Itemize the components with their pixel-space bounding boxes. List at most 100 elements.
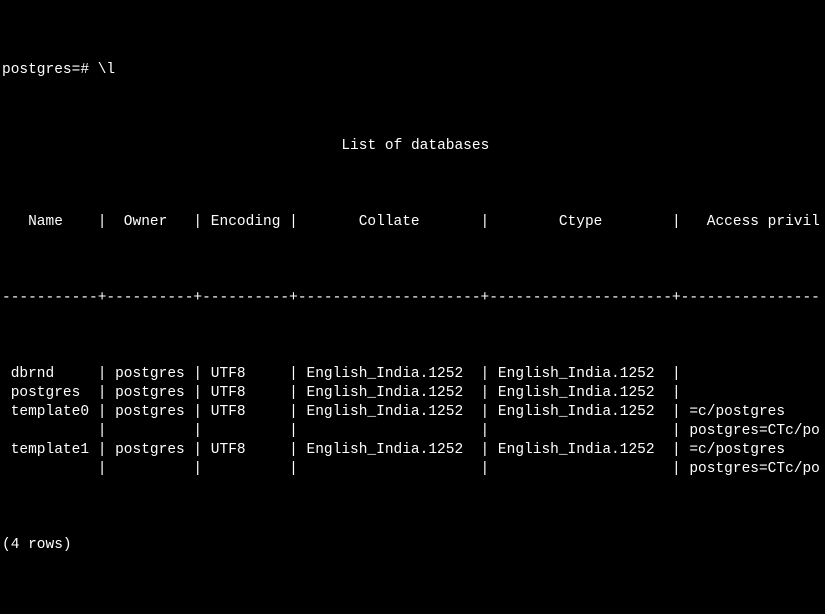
col-sep: | [289, 384, 298, 403]
col-sep: | [193, 213, 202, 232]
cell-name: template1 [2, 441, 98, 460]
cell-collate [298, 422, 481, 441]
cell-owner: postgres [106, 403, 193, 422]
cell-collate: English_India.1252 [298, 403, 481, 422]
table-header-row: Name | Owner | Encoding | Collate | Ctyp… [2, 213, 823, 232]
cell-ctype: English_India.1252 [489, 441, 672, 460]
col-sep: | [289, 213, 298, 232]
table-row: | | | | | postgres=CTc/po [2, 422, 823, 441]
table-footer: (4 rows) [2, 536, 823, 555]
cell-collate [298, 460, 481, 479]
div-encoding: ---------- [202, 289, 289, 308]
table-row: template1 | postgres | UTF8 | English_In… [2, 441, 823, 460]
col-access: Access privil [681, 213, 820, 232]
div-name: ----------- [2, 289, 98, 308]
table-row: | | | | | postgres=CTc/po [2, 460, 823, 479]
cell-access: postgres=CTc/po [681, 460, 820, 479]
col-sep: | [672, 365, 681, 384]
cell-owner: postgres [106, 441, 193, 460]
div-ctype: --------------------- [489, 289, 672, 308]
col-sep: | [672, 384, 681, 403]
cell-access [681, 384, 690, 403]
div-sep: + [672, 289, 681, 308]
cell-collate: English_India.1252 [298, 441, 481, 460]
col-name: Name [2, 213, 98, 232]
cell-access: postgres=CTc/po [681, 422, 820, 441]
cell-ctype [489, 422, 672, 441]
col-sep: | [193, 441, 202, 460]
prompt-prefix: postgres=# [2, 61, 98, 80]
cell-owner: postgres [106, 384, 193, 403]
table-body: dbrnd | postgres | UTF8 | English_India.… [2, 365, 823, 479]
cell-access [681, 365, 690, 384]
col-sep: | [98, 384, 107, 403]
col-sep: | [672, 422, 681, 441]
div-owner: ---------- [106, 289, 193, 308]
cell-name [2, 422, 98, 441]
col-sep: | [193, 384, 202, 403]
col-sep: | [481, 441, 490, 460]
cell-access: =c/postgres [681, 403, 785, 422]
table-row: template0 | postgres | UTF8 | English_In… [2, 403, 823, 422]
cell-name [2, 460, 98, 479]
div-collate: --------------------- [298, 289, 481, 308]
cell-collate: English_India.1252 [298, 384, 481, 403]
cell-encoding [202, 460, 289, 479]
col-sep: | [672, 213, 681, 232]
div-sep: + [193, 289, 202, 308]
col-sep: | [672, 441, 681, 460]
cell-owner [106, 460, 193, 479]
col-owner: Owner [106, 213, 193, 232]
cell-ctype [489, 460, 672, 479]
col-sep: | [481, 403, 490, 422]
cell-encoding: UTF8 [202, 365, 289, 384]
col-sep: | [98, 403, 107, 422]
cell-collate: English_India.1252 [298, 365, 481, 384]
cell-name: postgres [2, 384, 98, 403]
col-sep: | [193, 460, 202, 479]
col-sep: | [289, 403, 298, 422]
div-access: ---------------- [681, 289, 820, 308]
col-sep: | [481, 422, 490, 441]
col-sep: | [481, 213, 490, 232]
cell-encoding: UTF8 [202, 403, 289, 422]
col-sep: | [193, 365, 202, 384]
cell-access: =c/postgres [681, 441, 785, 460]
col-sep: | [98, 460, 107, 479]
prompt-line-1: postgres=# \l [2, 61, 823, 80]
col-sep: | [98, 213, 107, 232]
col-sep: | [481, 460, 490, 479]
table-row: postgres | postgres | UTF8 | English_Ind… [2, 384, 823, 403]
cell-ctype: English_India.1252 [489, 384, 672, 403]
col-collate: Collate [298, 213, 481, 232]
cell-encoding [202, 422, 289, 441]
terminal-window[interactable]: postgres=# \l List of databases Name | O… [0, 0, 825, 614]
col-ctype: Ctype [489, 213, 672, 232]
col-sep: | [98, 441, 107, 460]
col-sep: | [289, 365, 298, 384]
div-sep: + [289, 289, 298, 308]
table-row: dbrnd | postgres | UTF8 | English_India.… [2, 365, 823, 384]
cell-encoding: UTF8 [202, 384, 289, 403]
cell-encoding: UTF8 [202, 441, 289, 460]
div-sep: + [98, 289, 107, 308]
col-sep: | [193, 422, 202, 441]
col-sep: | [481, 365, 490, 384]
div-sep: + [481, 289, 490, 308]
col-encoding: Encoding [202, 213, 289, 232]
col-sep: | [289, 460, 298, 479]
table-divider-row: -----------+ ----------+ ----------+ ---… [2, 289, 823, 308]
col-sep: | [98, 422, 107, 441]
col-sep: | [289, 441, 298, 460]
cell-ctype: English_India.1252 [489, 365, 672, 384]
col-sep: | [672, 403, 681, 422]
col-sep: | [193, 403, 202, 422]
table-title: List of databases [2, 137, 823, 156]
cell-owner: postgres [106, 365, 193, 384]
cell-owner [106, 422, 193, 441]
cell-name: template0 [2, 403, 98, 422]
col-sep: | [98, 365, 107, 384]
prompt-command: \l [98, 61, 115, 80]
col-sep: | [289, 422, 298, 441]
col-sep: | [672, 460, 681, 479]
